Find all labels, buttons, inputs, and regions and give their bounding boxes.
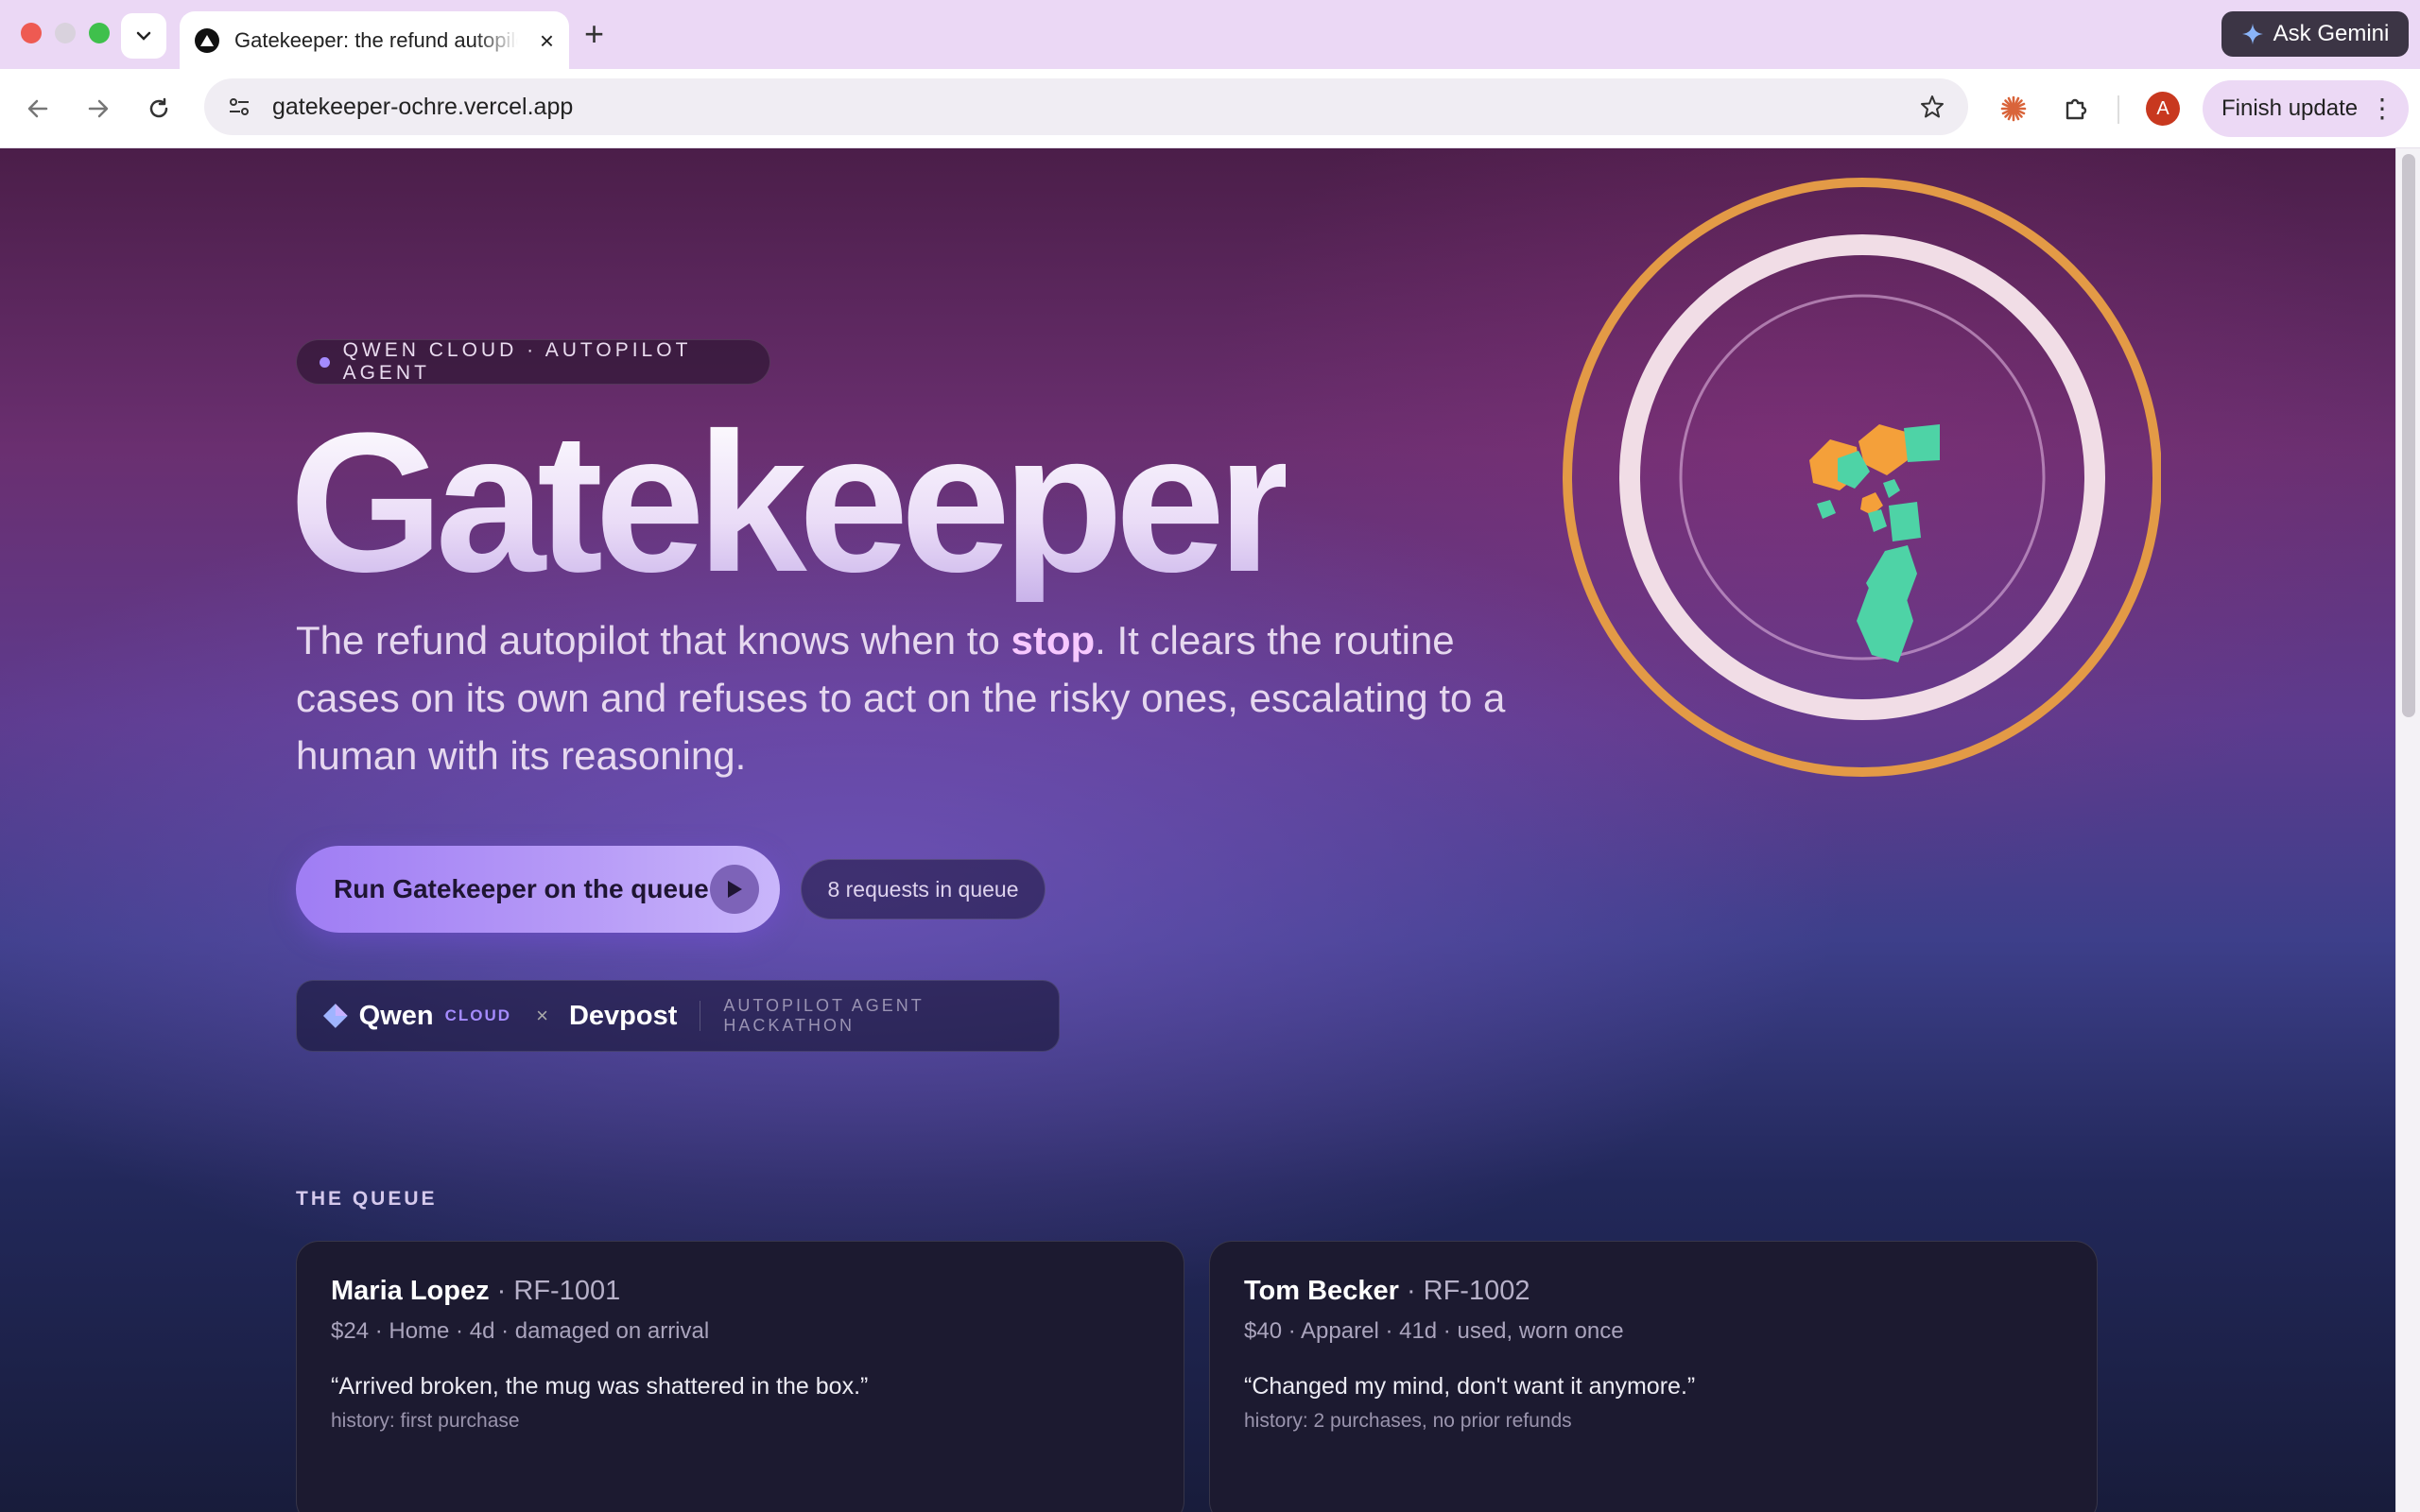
hackathon-label: AUTOPILOT AGENT HACKATHON <box>723 996 925 1035</box>
gatekeeper-shield-illustration <box>1563 178 2161 777</box>
gemini-sparkle-icon <box>2241 24 2263 44</box>
customer-name: Tom Becker <box>1244 1276 1399 1306</box>
devpost-label: Devpost <box>568 1000 678 1031</box>
customer-quote: “Changed my mind, don't want it anymore.… <box>1244 1373 1696 1400</box>
maximize-window-button[interactable] <box>89 23 110 43</box>
tab-search-button[interactable] <box>121 13 166 59</box>
site-info-icon <box>230 98 249 115</box>
url-text: gatekeeper-ochre.vercel.app <box>272 93 574 120</box>
request-meta: $24 · Home · 4d · damaged on arrival <box>331 1318 710 1344</box>
chevron-down-icon <box>136 31 151 41</box>
hero-subtitle-start: The refund autopilot that knows when to <box>296 618 1011 662</box>
reload-button[interactable] <box>140 90 178 128</box>
hero-badge: QWEN CLOUD · AUTOPILOT AGENT <box>296 339 770 385</box>
close-window-button[interactable] <box>21 23 42 43</box>
browser-toolbar: gatekeeper-ochre.vercel.app A Finish upd… <box>0 69 2420 148</box>
toolbar-divider <box>2118 95 2119 124</box>
customer-quote: “Arrived broken, the mug was shattered i… <box>331 1373 869 1400</box>
starburst-icon <box>2000 95 2027 122</box>
queue-heading: THE QUEUE <box>296 1188 438 1210</box>
finish-update-label: Finish update <box>2221 95 2359 121</box>
request-meta: $40 · Apparel · 41d · used, worn once <box>1244 1318 1624 1344</box>
back-arrow-icon <box>27 99 48 118</box>
extensions-button[interactable] <box>2057 90 2095 128</box>
badge-dot-icon <box>320 356 330 368</box>
back-button[interactable] <box>19 90 57 128</box>
more-menu-icon[interactable]: ⋮ <box>2369 95 2395 122</box>
hero-badge-label: QWEN CLOUD · AUTOPILOT AGENT <box>342 339 692 384</box>
finish-update-button[interactable]: Finish update ⋮ <box>2203 80 2409 137</box>
address-bar[interactable]: gatekeeper-ochre.vercel.app <box>204 78 1968 135</box>
qwen-cloud-label: CLOUD <box>444 1006 512 1024</box>
forward-arrow-icon <box>88 99 109 118</box>
customer-name: Maria Lopez <box>331 1276 490 1306</box>
request-id: · RF-1001 <box>496 1276 621 1306</box>
shard-cluster <box>1809 424 1940 662</box>
bookmark-star-icon[interactable] <box>1919 94 1945 120</box>
queue-count-badge: 8 requests in queue <box>801 859 1046 919</box>
tab-close-icon[interactable]: × <box>540 28 554 53</box>
vercel-favicon-icon <box>195 28 219 53</box>
page-title: Gatekeeper <box>289 391 1294 613</box>
hero-subtitle-highlight: stop <box>1011 618 1096 662</box>
new-tab-button[interactable]: + <box>584 15 604 53</box>
hero-subtitle: The refund autopilot that knows when to … <box>296 611 1553 784</box>
page-viewport: QWEN CLOUD · AUTOPILOT AGENT Gatekeeper … <box>0 148 2395 1512</box>
profile-avatar[interactable]: A <box>2146 92 2180 126</box>
customer-history: history: first purchase <box>331 1410 520 1432</box>
request-id: · RF-1002 <box>1406 1276 1530 1306</box>
browser-tab-active[interactable]: Gatekeeper: the refund autopilot × <box>180 11 569 70</box>
reload-icon <box>149 97 168 118</box>
scrollbar-thumb[interactable] <box>2402 154 2415 717</box>
queue-card[interactable]: Tom Becker · RF-1002 $40 · Apparel · 41d… <box>1209 1241 2098 1512</box>
card-header: Tom Becker · RF-1002 <box>1244 1276 2063 1307</box>
run-gatekeeper-button[interactable]: Run Gatekeeper on the queue <box>296 846 780 933</box>
card-header: Maria Lopez · RF-1001 <box>331 1276 1150 1307</box>
minimize-window-button[interactable] <box>55 23 76 43</box>
tab-title: Gatekeeper: the refund autopilot <box>234 28 518 52</box>
extension-puzzle-icon <box>2066 98 2087 120</box>
partner-times: × <box>536 1004 548 1027</box>
run-gatekeeper-label: Run Gatekeeper on the queue <box>334 874 709 903</box>
play-icon <box>710 865 759 914</box>
queue-card[interactable]: Maria Lopez · RF-1001 $24 · Home · 4d · … <box>296 1241 1184 1512</box>
customer-history: history: 2 purchases, no prior refunds <box>1244 1410 1572 1432</box>
claude-extension-button[interactable] <box>1995 90 2032 128</box>
ask-gemini-label: Ask Gemini <box>2273 21 2390 46</box>
forward-button[interactable] <box>79 90 117 128</box>
qwen-logo-icon <box>322 1004 348 1028</box>
partner-strip: Qwen CLOUD × Devpost AUTOPILOT AGENT HAC… <box>296 980 1060 1052</box>
browser-tab-bar: Gatekeeper: the refund autopilot × + Ask… <box>0 0 2420 70</box>
ask-gemini-button[interactable]: Ask Gemini <box>2221 11 2409 57</box>
qwen-label: Qwen <box>358 1000 434 1031</box>
page-scrollbar[interactable] <box>2395 148 2420 1512</box>
